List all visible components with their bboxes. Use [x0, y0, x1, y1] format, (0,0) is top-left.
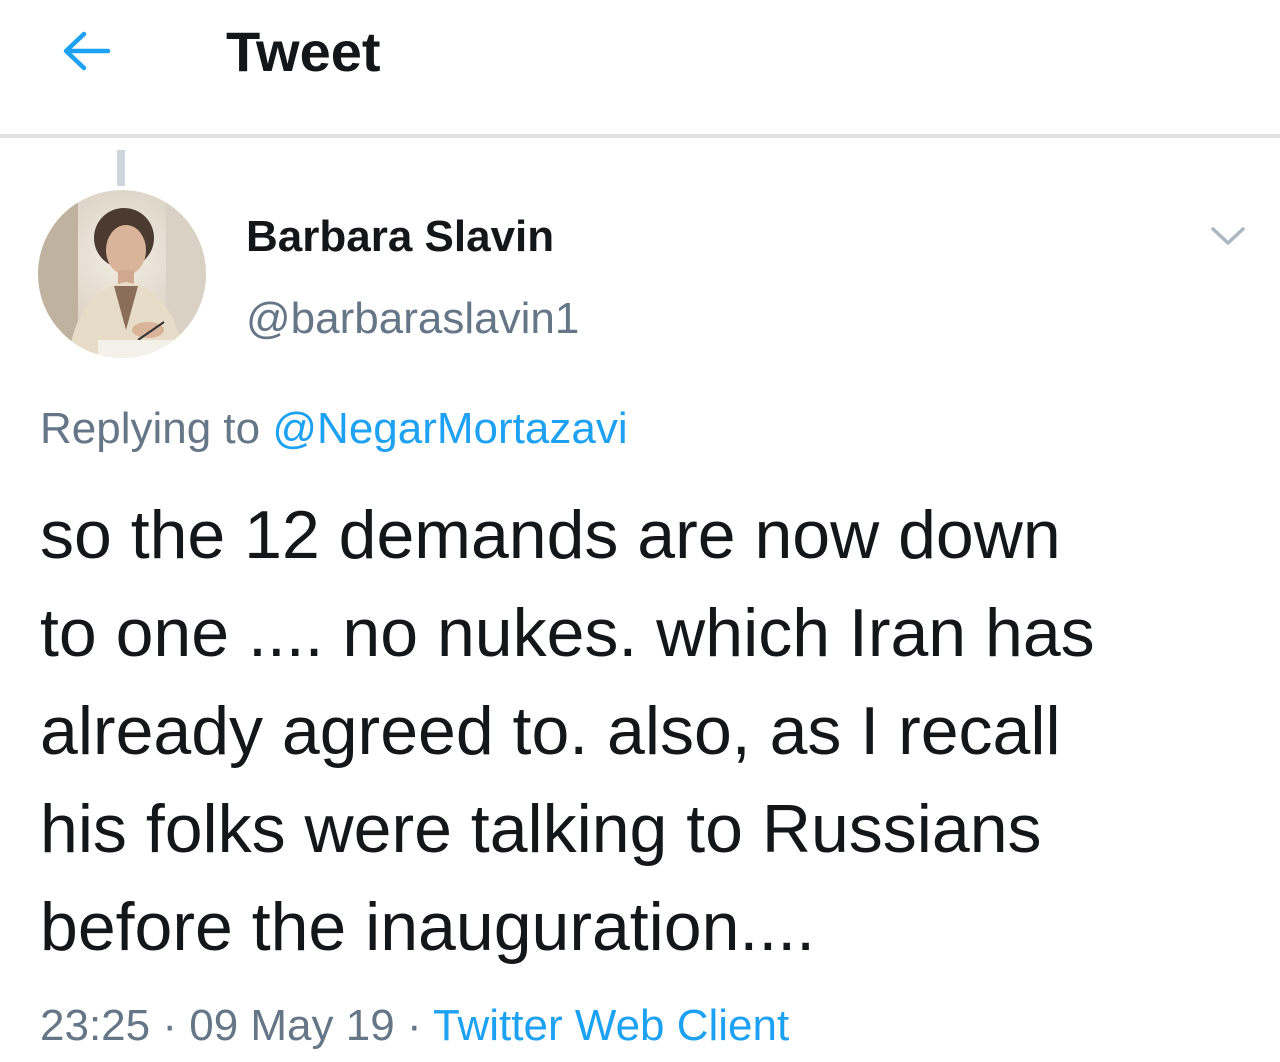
tweet-text-line: his folks were talking to Russians: [40, 791, 1042, 867]
back-button[interactable]: [56, 28, 118, 78]
page-title: Tweet: [226, 20, 381, 83]
author-display-name[interactable]: Barbara Slavin: [246, 212, 554, 262]
header-divider: [0, 134, 1280, 138]
replying-to-line: Replying to @NegarMortazavi: [40, 402, 628, 456]
tweet-detail-screen: Tweet Barbara Slavin @barbaraslavin1 Rep…: [0, 0, 1280, 1062]
tweet-text-line: to one .... no nukes. which Iran has: [40, 595, 1095, 671]
arrow-left-icon: [62, 31, 112, 76]
chevron-down-icon: [1210, 225, 1246, 252]
tweet-time: 23:25: [40, 1001, 151, 1050]
tweet-text: so the 12 demands are now down to one ..…: [40, 486, 1250, 976]
tweet-date: 09 May 19: [189, 1001, 395, 1050]
avatar[interactable]: [38, 190, 206, 358]
replying-to-label: Replying to: [40, 404, 261, 453]
meta-separator: ·: [406, 1001, 422, 1050]
meta-separator: ·: [162, 1001, 177, 1050]
tweet-metadata: 23:25 · 09 May 19 · Twitter Web Client: [40, 998, 789, 1054]
replying-to-mention[interactable]: @NegarMortazavi: [272, 404, 627, 453]
tweet-source-link[interactable]: Twitter Web Client: [433, 1001, 789, 1050]
author-handle[interactable]: @barbaraslavin1: [246, 294, 579, 344]
tweet-text-line: so the 12 demands are now down: [40, 497, 1061, 573]
thread-connector-line: [117, 150, 125, 186]
tweet-text-line: already agreed to. also, as I recall: [40, 693, 1061, 769]
tweet-text-line: before the inauguration....: [40, 889, 815, 965]
tweet-menu-button[interactable]: [1206, 220, 1250, 256]
top-bar: Tweet: [0, 0, 1280, 136]
